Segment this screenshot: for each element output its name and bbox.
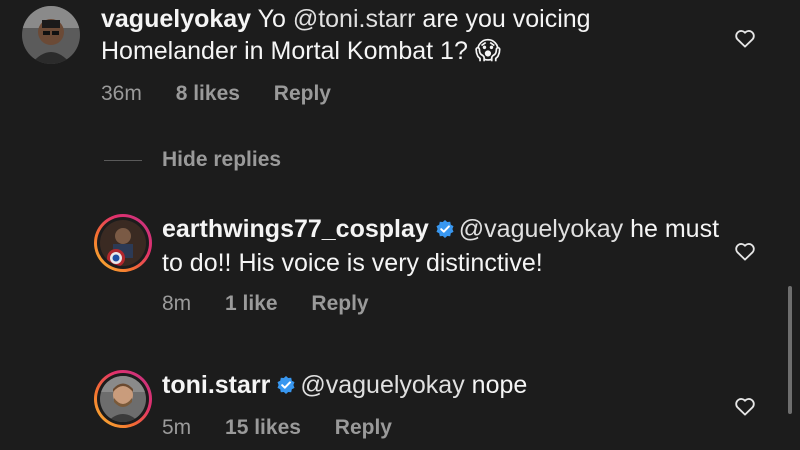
heart-outline-icon[interactable] [734, 28, 756, 53]
avatar[interactable] [22, 6, 80, 64]
text-prefix: Yo [257, 5, 293, 33]
timestamp: 5m [162, 416, 192, 439]
verified-badge-icon [276, 371, 296, 403]
reply-button[interactable]: Reply [335, 416, 392, 439]
hide-replies-button[interactable]: Hide replies [104, 148, 281, 172]
comment-meta: 5m 15 likes Reply [162, 416, 420, 440]
username[interactable]: toni.starr [162, 371, 270, 399]
comment-text: vaguelyokay Yo @toni.starr are you voici… [101, 3, 721, 67]
comment-meta: 36m 8 likes Reply [101, 82, 359, 106]
username[interactable]: vaguelyokay [101, 5, 251, 33]
username[interactable]: earthwings77_cosplay [162, 215, 429, 243]
mention-link[interactable]: @vaguelyokay [300, 371, 464, 399]
comment-text: earthwings77_cosplay @vaguelyokay he must… [162, 213, 722, 279]
shocked-emoji-icon: 😱 [474, 37, 501, 65]
timestamp: 36m [101, 82, 142, 105]
verified-badge-icon [435, 215, 455, 247]
timestamp: 8m [162, 292, 192, 315]
mention-link[interactable]: @toni.starr [293, 5, 416, 33]
likes-count[interactable]: 8 likes [176, 82, 240, 105]
text-suffix: nope [464, 371, 528, 399]
likes-count[interactable]: 15 likes [225, 416, 301, 439]
comment-text: toni.starr @vaguelyokay nope [162, 369, 722, 403]
comment-meta: 8m 1 like Reply [162, 292, 397, 316]
comment-vaguelyokay: vaguelyokay Yo @toni.starr are you voici… [0, 0, 800, 120]
avatar[interactable] [94, 370, 152, 428]
scrollbar[interactable] [788, 286, 792, 414]
reply-button[interactable]: Reply [311, 292, 368, 315]
heart-outline-icon[interactable] [734, 396, 756, 421]
heart-outline-icon[interactable] [734, 241, 756, 266]
reply-earthwings77-cosplay: earthwings77_cosplay @vaguelyokay he must… [0, 210, 800, 320]
avatar[interactable] [94, 214, 152, 272]
divider-line [104, 159, 142, 161]
comments-thread: vaguelyokay Yo @toni.starr are you voici… [0, 0, 800, 450]
hide-replies-label: Hide replies [162, 148, 282, 171]
reply-toni-starr: toni.starr @vaguelyokay nope 5m 15 likes … [0, 366, 800, 450]
mention-link[interactable]: @vaguelyokay [459, 215, 623, 243]
likes-count[interactable]: 1 like [225, 292, 278, 315]
reply-button[interactable]: Reply [274, 82, 331, 105]
